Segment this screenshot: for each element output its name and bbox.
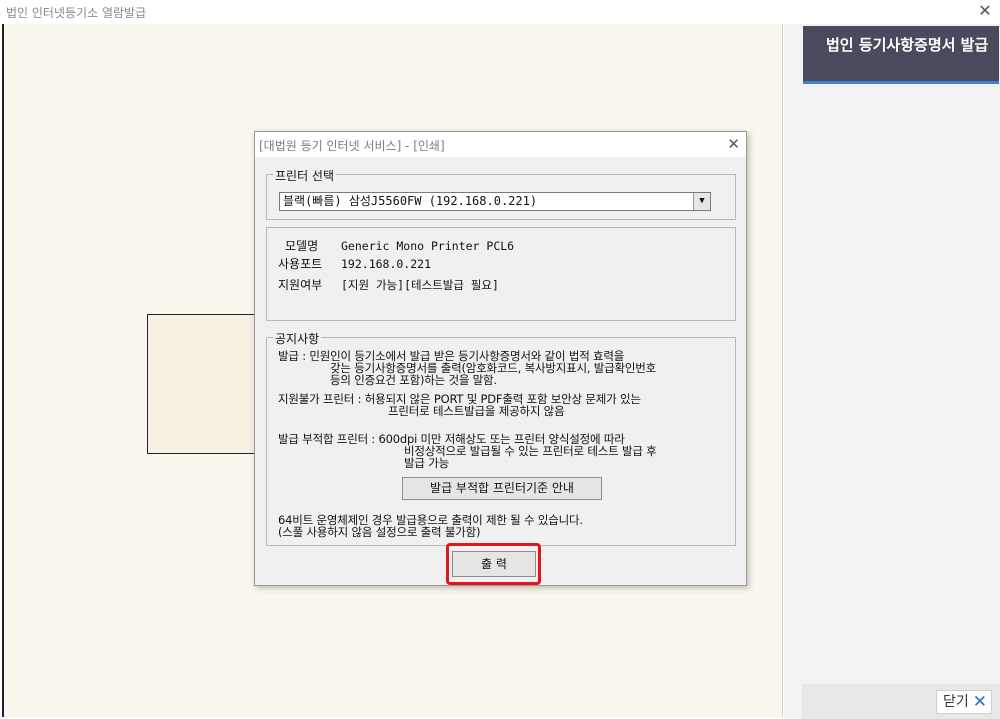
notice-label: 공지사항 (273, 330, 322, 347)
support-label: 지원여부 (278, 278, 323, 292)
dialog-close-icon[interactable]: ✕ (727, 135, 740, 153)
notice-unsupported-line2: 프린터로 테스트발급을 제공하지 않음 (388, 404, 565, 418)
app-window: 법인 인터넷등기소 열람발급 ✕ 법인 등기사항증명서 발급 닫기 ✕ [대법원… (0, 0, 1000, 719)
panel-footer: 닫기 ✕ (802, 684, 1000, 719)
close-button[interactable]: 닫기 ✕ (935, 690, 992, 714)
window-close-icon[interactable]: ✕ (976, 2, 994, 20)
notice-issue: 발급 : 민원인이 등기소에서 발급 받은 등기사항증명서와 같이 법적 효력을… (278, 350, 656, 386)
panel-header: 법인 등기사항증명서 발급 (803, 26, 999, 84)
print-dialog: [대법원 등기 인터넷 서비스] - [인쇄] ✕ 프린터 선택 블랙(빠름) … (254, 131, 747, 586)
guide-button[interactable]: 발급 부적합 프린터기준 안내 (402, 477, 602, 500)
notice-unsupported: 지원불가 프린터 : 허용되지 않은 PORT 및 PDF출력 포함 보안상 문… (278, 393, 641, 417)
support-value: [지원 가능][테스트발급 필요] (341, 278, 499, 292)
model-label: 모델명 (285, 239, 319, 253)
support-row: 지원여부 [지원 가능][테스트발급 필요] (278, 276, 499, 293)
printer-group: 프린터 선택 블랙(빠름) 삼성J5560FW (192.168.0.221) … (266, 167, 736, 220)
notice-os: 64비트 운영체제인 경우 발급용으로 출력이 제한 될 수 있습니다. (스풀… (278, 514, 583, 538)
chevron-down-icon[interactable]: ▼ (693, 193, 710, 210)
notice-unsuitable: 발급 부적합 프린터 : 600dpi 미만 저해상도 또는 프린터 양식설정에… (278, 433, 657, 469)
notice-group: 공지사항 발급 : 민원인이 등기소에서 발급 받은 등기사항증명서와 같이 법… (266, 330, 736, 546)
notice-os-line2: (스풀 사용하지 않음 설정으로 출력 불가함) (278, 525, 481, 539)
printer-group-label: 프린터 선택 (273, 167, 337, 184)
port-row: 사용포트 192.168.0.221 (278, 255, 431, 272)
port-label: 사용포트 (278, 257, 323, 271)
close-button-label: 닫기 (942, 694, 969, 710)
dialog-title: [대법원 등기 인터넷 서비스] - [인쇄] (259, 139, 445, 153)
printer-select[interactable]: 블랙(빠름) 삼성J5560FW (192.168.0.221) ▼ (279, 192, 711, 211)
port-value: 192.168.0.221 (341, 257, 432, 271)
title-bar: 법인 인터넷등기소 열람발급 ✕ (0, 0, 1000, 24)
dialog-title-bar: [대법원 등기 인터넷 서비스] - [인쇄] ✕ (255, 132, 746, 157)
notice-unsuitable-line2: 비정상적으로 발급될 수 있는 프린터로 테스트 발급 후 (404, 444, 657, 458)
printer-select-value: 블랙(빠름) 삼성J5560FW (192.168.0.221) (283, 194, 538, 208)
right-panel: 법인 등기사항증명서 발급 닫기 ✕ (784, 24, 1000, 719)
print-button[interactable]: 출 력 (452, 551, 536, 577)
close-icon: ✕ (972, 692, 987, 712)
model-row: 모델명 Generic Mono Printer PCL6 (278, 237, 514, 254)
notice-unsuitable-line3: 발급 가능 (404, 456, 449, 470)
printer-info-group: 모델명 Generic Mono Printer PCL6 사용포트 192.168… (266, 227, 736, 321)
window-title: 법인 인터넷등기소 열람발급 (6, 6, 147, 20)
notice-issue-line3: 등의 인증요건 포함)하는 것을 말함. (330, 373, 497, 387)
document-preview (147, 314, 259, 454)
model-value: Generic Mono Printer PCL6 (341, 239, 515, 253)
